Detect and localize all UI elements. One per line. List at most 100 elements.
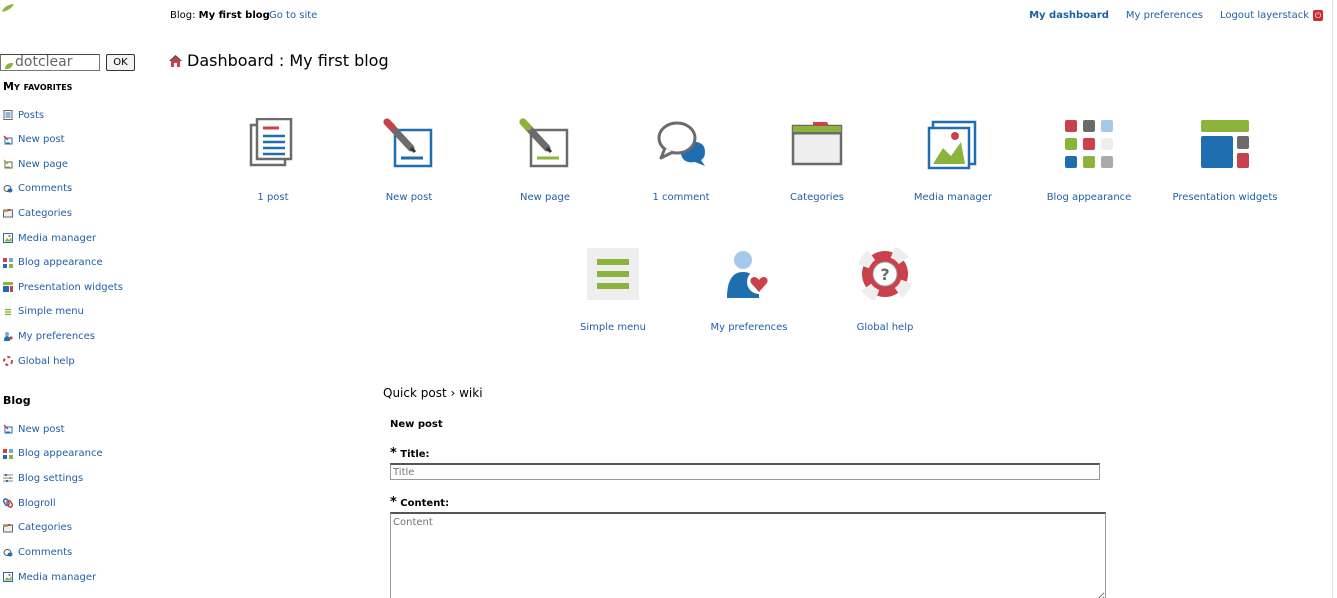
new-page-icon[interactable] [519,118,571,170]
blog-item-comments[interactable]: Comments [3,546,72,560]
favorites-item-media-manager[interactable]: Media manager [3,231,96,245]
sidebar-item-label[interactable]: Presentation widgets [18,282,123,293]
shortcut-new-page[interactable]: New page [485,118,605,203]
widgets-icon [3,282,13,293]
sidebar-item-label[interactable]: Media manager [18,572,96,583]
shortcut-1-comment[interactable]: 1 comment [621,118,741,203]
quick-menu-input[interactable]: dotclear [0,54,100,71]
ok-button[interactable]: OK [106,54,135,71]
title-label-text: Title: [400,449,430,460]
comments-icon [3,548,13,558]
quick-menu-search: dotclear OK [0,54,135,71]
blog-item-categories[interactable]: Categories [3,521,72,535]
shortcut-label[interactable]: Presentation widgets [1165,192,1285,203]
shortcut-label[interactable]: Media manager [893,192,1013,203]
power-icon[interactable]: ⏻ [1313,10,1323,21]
sidebar-item-label[interactable]: Comments [18,183,72,194]
favorites-item-posts[interactable]: Posts [3,108,44,122]
sidebar-item-label[interactable]: Comments [18,547,72,558]
shortcut-categories[interactable]: Categories [757,118,877,203]
sidebar-item-label[interactable]: Categories [18,208,72,219]
shortcut-label[interactable]: My preferences [689,322,809,333]
comments-icon [3,184,13,194]
blog-item-blogroll[interactable]: Blogroll [2,496,56,510]
shortcut-blog-appearance[interactable]: Blog appearance [1029,118,1149,203]
page-title: Dashboard : My first blog [169,51,389,70]
sidebar-item-label[interactable]: Blog appearance [18,257,103,268]
blog-item-media-manager[interactable]: Media manager [3,570,96,584]
go-to-site-link[interactable]: Go to site [269,10,317,21]
sidebar-item-label[interactable]: Simple menu [18,306,84,317]
favorites-item-global-help[interactable]: Global help [3,354,75,368]
sidebar-item-label[interactable]: New post [18,424,65,435]
widgets-icon[interactable] [1199,118,1251,170]
favorites-item-categories[interactable]: Categories [3,206,72,220]
favorites-item-new-post[interactable]: New post [3,133,65,147]
page-right-border [1332,0,1333,598]
preferences-icon[interactable] [723,248,775,300]
menu-icon[interactable] [587,248,639,300]
sidebar-item-label[interactable]: New post [18,134,65,145]
shortcut-media-manager[interactable]: Media manager [893,118,1013,203]
shortcut-label[interactable]: 1 post [213,192,333,203]
sidebar-item-label[interactable]: Blogroll [18,498,56,509]
blog-item-blog-appearance[interactable]: Blog appearance [3,447,103,461]
shortcut-label[interactable]: Blog appearance [1029,192,1149,203]
media-icon [3,233,13,243]
svg-text:?: ? [880,265,889,284]
posts-icon [3,110,13,120]
sidebar-item-label[interactable]: Global help [18,356,75,367]
shortcut-presentation-widgets[interactable]: Presentation widgets [1165,118,1285,203]
shortcut-label[interactable]: Global help [825,322,945,333]
shortcut-label[interactable]: New post [349,192,469,203]
new-post-icon [3,135,13,145]
sidebar-item-label[interactable]: Media manager [18,233,96,244]
appearance-icon[interactable] [1063,118,1115,170]
favorites-item-my-preferences[interactable]: My preferences [3,329,95,343]
blog-prefix: Blog: [170,10,196,21]
my-dashboard-link[interactable]: My dashboard [1029,10,1109,21]
shortcut-new-post[interactable]: New post [349,118,469,203]
shortcut-global-help[interactable]: ? Global help [825,245,945,333]
help-icon [3,356,13,366]
favorites-item-presentation-widgets[interactable]: Presentation widgets [3,280,123,294]
blog-item-blog-settings[interactable]: Blog settings [3,471,83,485]
favorites-heading-text: My favorites [3,80,73,93]
content-textarea[interactable] [390,512,1106,598]
sidebar-item-label[interactable]: Categories [18,522,72,533]
favorites-item-new-page[interactable]: New page [3,157,68,171]
favorites-item-comments[interactable]: Comments [3,182,72,196]
new-post-icon [3,424,13,434]
blogroll-icon [2,498,14,508]
favorites-item-blog-appearance[interactable]: Blog appearance [3,256,103,270]
blog-item-new-post[interactable]: New post [3,422,65,436]
shortcut-label[interactable]: Categories [757,192,877,203]
categories-icon[interactable] [791,118,843,170]
shortcut-my-preferences[interactable]: My preferences [689,248,809,333]
menu-icon [3,307,13,317]
title-input[interactable] [390,463,1100,480]
shortcut-label[interactable]: New page [485,192,605,203]
page-title-text: Dashboard : My first blog [187,51,389,70]
logout-link[interactable]: Logout layerstack [1220,10,1309,21]
sidebar-item-label[interactable]: New page [18,159,68,170]
sidebar-item-label[interactable]: Posts [18,110,44,121]
favorites-item-simple-menu[interactable]: Simple menu [3,305,84,319]
quick-post-subtitle: New post [390,419,443,430]
appearance-icon [3,257,13,268]
shortcut-label[interactable]: 1 comment [621,192,741,203]
my-preferences-link[interactable]: My preferences [1126,10,1203,21]
sidebar-item-label[interactable]: Blog settings [18,473,83,484]
help-icon[interactable]: ? [856,245,914,303]
shortcut-simple-menu[interactable]: Simple menu [553,248,673,333]
sidebar-item-label[interactable]: My preferences [18,331,95,342]
posts-icon[interactable] [247,117,299,170]
quick-post-title: Quick post › wiki [383,386,483,400]
top-bar: Blog: My first blog Go to site My dashbo… [0,0,1337,32]
shortcut-label[interactable]: Simple menu [553,322,673,333]
sidebar-item-label[interactable]: Blog appearance [18,448,103,459]
new-post-icon[interactable] [383,118,435,170]
comments-icon[interactable] [655,118,707,170]
media-icon[interactable] [927,118,979,170]
shortcut-1-post[interactable]: 1 post [213,117,333,203]
